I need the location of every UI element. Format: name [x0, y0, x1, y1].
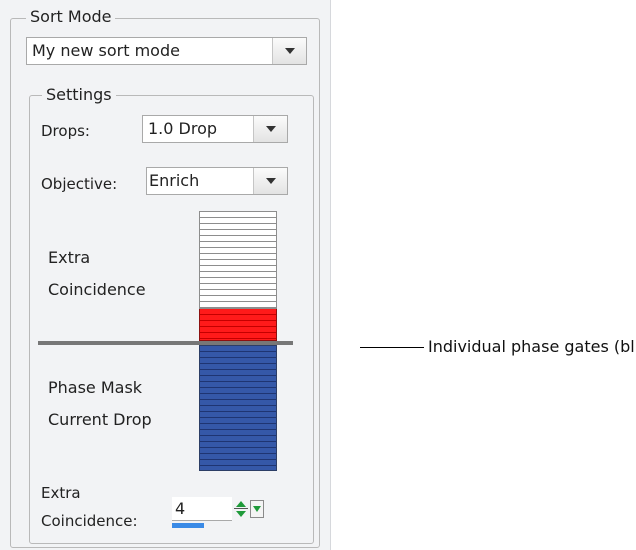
extra-coincidence-label-line1: Extra — [48, 248, 91, 267]
phase-mask-label-line2: Current Drop — [48, 410, 152, 429]
objective-label: Objective: — [41, 175, 118, 193]
drops-label: Drops: — [41, 122, 90, 140]
objective-selected-value: Enrich — [149, 171, 200, 190]
extra-coincidence-field-label-line1: Extra — [41, 484, 81, 502]
extra-coincidence-gates — [199, 309, 277, 341]
chevron-down-icon — [265, 126, 276, 132]
drops-selected-value: 1.0 Drop — [148, 119, 218, 138]
extra-coincidence-label-line2: Coincidence — [48, 280, 146, 299]
settings-group-title: Settings — [42, 86, 116, 104]
sort-mode-selected-value: My new sort mode — [32, 41, 180, 60]
spin-up-arrow-icon[interactable] — [236, 501, 246, 507]
extra-coincidence-input[interactable]: 4 — [172, 497, 232, 521]
extra-coincidence-field-label-line2: Coincidence: — [41, 512, 138, 530]
phase-mask-label-line1: Phase Mask — [48, 378, 143, 397]
drops-dropdown[interactable]: 1.0 Drop — [142, 115, 288, 143]
extra-coincidence-dropdown-button[interactable] — [250, 500, 264, 518]
empty-gate-slots — [199, 211, 277, 309]
extra-coincidence-value: 4 — [175, 499, 186, 518]
extra-coincidence-slider-bar — [172, 523, 204, 528]
sort-mode-dropdown-button[interactable] — [272, 38, 306, 64]
sort-settings-panel: Sort Mode My new sort mode Settings Drop… — [0, 0, 331, 550]
objective-dropdown[interactable]: Enrich — [146, 167, 288, 195]
spin-down-arrow-icon[interactable] — [236, 511, 246, 517]
chevron-down-icon — [265, 178, 276, 184]
up-down-spinner-icon[interactable] — [234, 500, 248, 520]
phase-gates — [199, 345, 277, 471]
callout-leader-line — [360, 347, 424, 348]
spin-separator — [234, 508, 248, 509]
chevron-down-icon — [284, 48, 295, 54]
drops-dropdown-button[interactable] — [253, 116, 287, 142]
phase-gates-callout: Individual phase gates (blue) — [428, 337, 636, 356]
sort-mode-group-title: Sort Mode — [26, 8, 116, 26]
sort-mode-dropdown[interactable]: My new sort mode — [26, 37, 307, 65]
chevron-down-icon — [253, 506, 261, 512]
objective-dropdown-button[interactable] — [253, 168, 287, 194]
